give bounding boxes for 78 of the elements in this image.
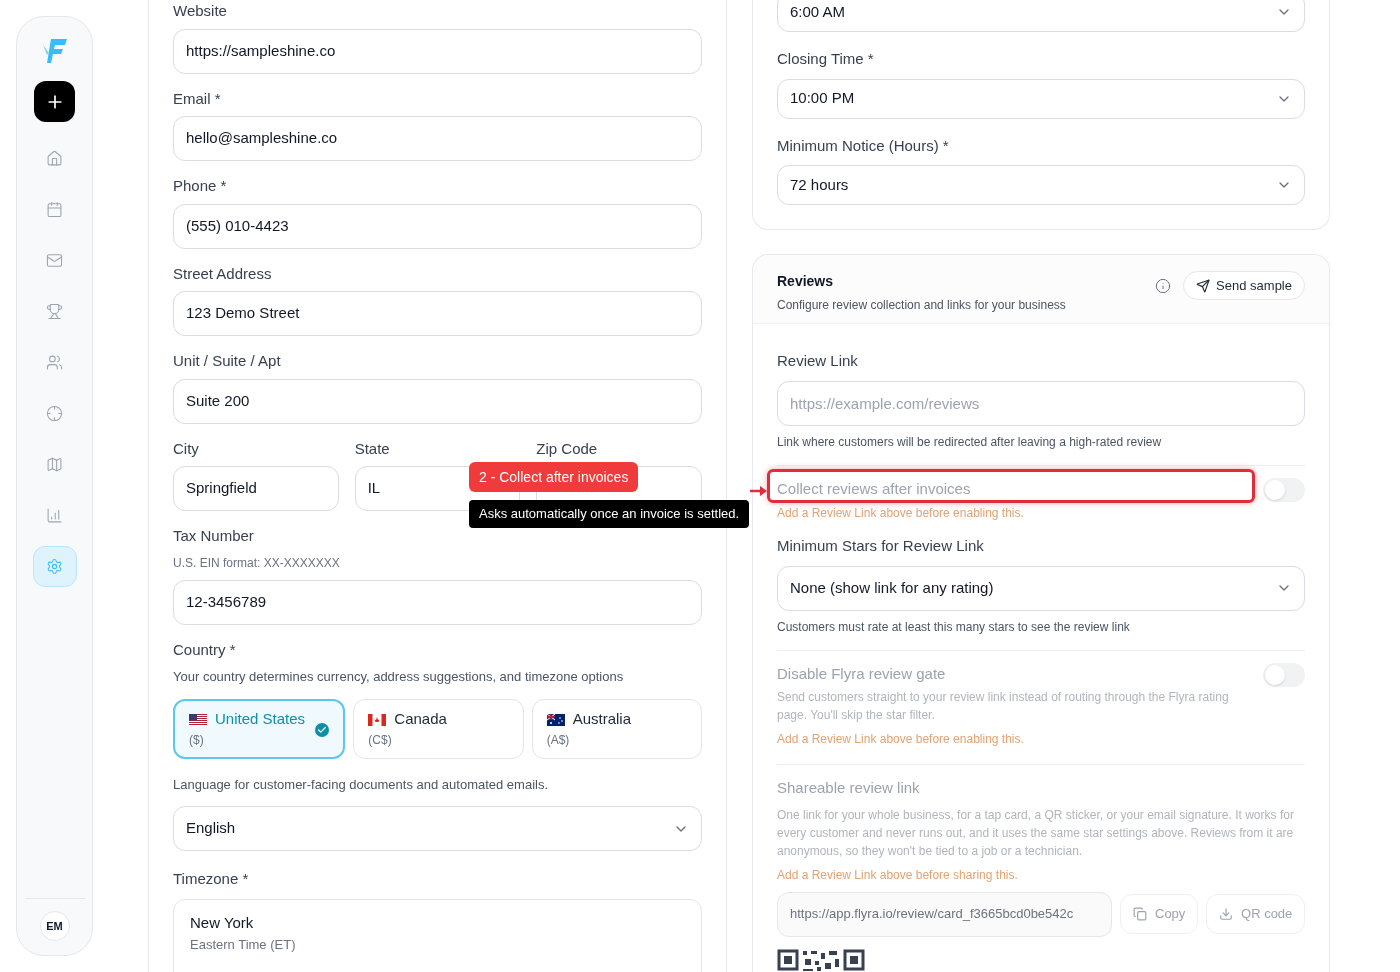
field-label: Closing Time * [777, 49, 874, 69]
section-title: Shareable review link [777, 778, 921, 798]
field-label: Website [173, 1, 227, 21]
mail-icon [46, 252, 63, 269]
input-field[interactable]: 12-3456789 [173, 579, 702, 625]
field-label: Zip Code [536, 438, 598, 459]
send-icon [1196, 278, 1211, 293]
select-field[interactable]: None (show link for any rating) [777, 565, 1305, 611]
field-label: Street Address [173, 263, 272, 284]
input-field[interactable]: (555) 010-4423 [173, 203, 702, 249]
warning-text: Add a Review Link above before enabling this. [777, 504, 1025, 522]
country-option[interactable]: Canada (C$) [353, 698, 524, 759]
tooltip: Asks automatically once an invoice is settled. [469, 500, 750, 528]
flag-icon [546, 713, 565, 726]
info-icon[interactable] [1155, 277, 1172, 294]
flag-icon [368, 713, 387, 726]
select-field[interactable]: 10:00 PM [777, 78, 1305, 119]
warning-text: Add a Review Link above before sharing this. [777, 866, 1019, 884]
card-title: Reviews [777, 272, 835, 291]
setting-label: Disable Flyra review gate [777, 663, 947, 684]
select-field[interactable]: English [173, 806, 702, 851]
warning-text: Add a Review Link above before enabling this. [777, 731, 1025, 748]
select-field[interactable]: 6:00 AM [777, 0, 1305, 32]
field-label: Tax Number [173, 526, 254, 546]
user-avatar[interactable]: EM [39, 911, 70, 941]
country-name: United States [215, 709, 306, 730]
currency-label: (A$) [546, 731, 570, 749]
settings-icon [46, 558, 63, 575]
add-button[interactable] [34, 81, 75, 122]
field-label: Email * [173, 88, 221, 109]
field-hint: Link where customers will be redirected after leaving a high-rated review [777, 433, 1163, 451]
field-hint: Your country determines currency, address suggestions, and timezone options [173, 668, 625, 686]
download-icon [1219, 907, 1233, 921]
input-field[interactable]: Springfield [173, 466, 339, 511]
timezone-option[interactable]: New York Eastern Time (ET) [190, 912, 685, 954]
setting-description: Send customers straight to your review link instead of routing through the Flyra rating page. You'll skip the star filter. [777, 689, 1230, 724]
check-icon [315, 722, 330, 737]
input-field[interactable]: https://sampleshine.co [173, 28, 702, 74]
currency-label: (C$) [368, 731, 392, 749]
field-hint: Language for customer-facing documents and automated emails. [173, 775, 550, 794]
country-name: Canada [394, 709, 447, 730]
country-option[interactable]: Australia (A$) [531, 698, 702, 759]
trophy-icon [46, 303, 63, 320]
send-sample-button[interactable]: Send sample [1183, 271, 1305, 300]
field-label: Minimum Notice (Hours) * [777, 135, 949, 156]
field-label: Minimum Stars for Review Link [777, 536, 984, 554]
nav-item[interactable] [32, 546, 77, 587]
flag-icon [189, 713, 207, 726]
input-field[interactable]: hello@sampleshine.co [173, 116, 702, 161]
country-name: Australia [572, 709, 631, 730]
field-label: State [354, 438, 390, 459]
field-hint: U.S. EIN format: XX-XXXXXXX [173, 554, 341, 572]
field-label: City [173, 438, 199, 459]
input-field[interactable]: 123 Demo Street [173, 291, 702, 336]
annotation-tag: 2 - Collect after invoices [469, 462, 639, 492]
setting-label: Collect reviews after invoices [777, 479, 971, 500]
select-field[interactable]: 72 hours [777, 165, 1305, 205]
users-icon [46, 354, 63, 371]
map-icon [46, 456, 63, 473]
section-description: One link for your whole business, for a tap card, a QR sticker, or your email signature. It works for every customer and never runs out, and it uses the same star settings above. Reviews from it are anonymous, so they won't be tied to a job or a technician. [777, 806, 1295, 860]
pointer-arrow [750, 485, 768, 497]
field-hint: Customers must rate at least this many stars to see the review link [777, 618, 1131, 636]
home-icon [46, 150, 63, 167]
input-field[interactable]: Suite 200 [173, 378, 702, 424]
currency-label: ($) [189, 731, 204, 749]
share-link-field[interactable]: https://app.flyra.io/review/card_f3665bcd0be542c [777, 891, 1112, 937]
review-link-input[interactable]: https://example.com/reviews [777, 380, 1305, 426]
copy-icon [1133, 907, 1147, 921]
crosshair-icon [46, 405, 63, 422]
field-label: Country * [173, 639, 236, 660]
field-label: Unit / Suite / Apt [173, 351, 281, 371]
field-label: Phone * [173, 176, 227, 196]
card-subtitle: Configure review collection and links for your business [777, 297, 1066, 314]
country-option[interactable]: United States ($) [173, 698, 346, 759]
calendar-icon [46, 201, 63, 218]
bar-chart-icon [46, 507, 63, 524]
field-label: Timezone * [173, 870, 249, 887]
field-label: Review Link [777, 351, 858, 371]
